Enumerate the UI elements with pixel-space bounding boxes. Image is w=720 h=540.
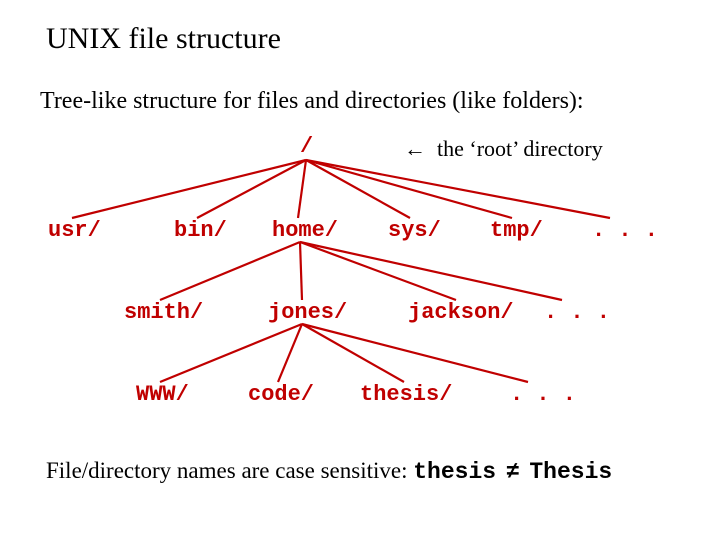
node-tmp: tmp/ (490, 218, 543, 243)
footer-example-a: thesis (413, 459, 496, 485)
node-code: code/ (248, 382, 314, 407)
footer-note: File/directory names are case sensitive:… (46, 458, 612, 485)
node-smith: smith/ (124, 300, 203, 325)
node-usr: usr/ (48, 218, 101, 243)
footer-example-b: Thesis (529, 459, 612, 485)
neq-icon: ≠ (502, 459, 524, 485)
node-sys: sys/ (388, 218, 441, 243)
arrow-left-icon: ← (404, 136, 426, 161)
node-bin: bin/ (174, 218, 227, 243)
node-l3-ellipsis: . . . (510, 382, 576, 407)
slide: UNIX file structure Tree-like structure … (0, 0, 720, 540)
node-thesis: thesis/ (360, 382, 452, 407)
node-root: / (300, 134, 313, 159)
footer-lead: File/directory names are case sensitive: (46, 458, 413, 483)
node-jackson: jackson/ (408, 300, 514, 325)
root-annotation: ← the ‘root’ directory (404, 136, 603, 162)
node-www: WWW/ (136, 382, 189, 407)
node-jones: jones/ (268, 300, 347, 325)
node-l2-ellipsis: . . . (544, 300, 610, 325)
root-annotation-text: the ‘root’ directory (437, 136, 603, 161)
node-home: home/ (272, 218, 338, 243)
node-l1-ellipsis: . . . (592, 218, 658, 243)
